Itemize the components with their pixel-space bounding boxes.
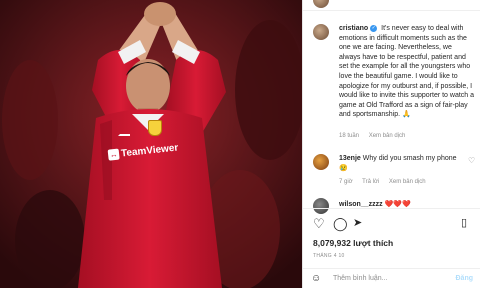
comment-username[interactable]: 13enje [339,155,361,162]
teamviewer-logo-icon: ↔ [107,148,120,161]
commenter-avatar[interactable] [313,154,329,170]
comments-panel: cristiano ✓ It's never easy to deal with … [302,0,480,288]
player-illustration [0,0,302,288]
adidas-logo-icon [118,126,130,136]
comment-time: 7 giờ [339,179,353,185]
caption-text: It's never easy to deal with emotions in… [339,25,475,119]
comment-reply-link[interactable]: Trả lời [362,179,379,185]
emoji-picker-icon[interactable]: ☺ [311,273,321,284]
comment-username-2[interactable]: wilson__zzzz [339,201,383,208]
comment-meta: 7 giờ Trả lời Xem bản dịch [339,179,434,185]
comment-text-2: ❤️❤️❤️ [384,201,411,208]
comment-item: 13enje Why did you smash my phone 😢 [339,154,459,173]
comment-like-heart-icon[interactable]: ♡ [468,156,475,165]
header-avatar[interactable] [313,0,329,8]
comment-input[interactable]: Thêm bình luận... [333,275,387,282]
comment-bubble-icon[interactable]: ◯ [333,217,348,230]
club-crest-icon [148,120,162,136]
post-actions-bar: ♡ ◯ ➤ ▯ [303,208,480,231]
share-send-icon[interactable]: ➤ [353,217,362,230]
author-username[interactable]: cristiano [339,25,368,32]
post-date: THÁNG 4 10 [313,253,345,259]
comment-translate-link[interactable]: Xem bản dịch [389,179,426,185]
caption-emoji: 🙏 [402,111,411,119]
bookmark-icon[interactable]: ▯ [461,217,467,230]
verified-badge-icon: ✓ [370,24,378,32]
likes-count[interactable]: 8,079,932 lượt thích [313,238,393,248]
post-comment-button[interactable]: Đăng [456,275,474,282]
caption-meta: 18 tuần Xem bản dịch [339,133,413,139]
post-caption: cristiano ✓ It's never easy to deal with … [339,24,475,120]
post-photo[interactable]: ↔ TeamViewer [0,0,302,288]
comment-text: Why did you smash my phone [362,155,457,162]
comment-emoji: 😢 [339,164,348,172]
like-heart-icon[interactable]: ♡ [313,217,325,230]
post-header-strip [303,0,480,11]
author-avatar[interactable] [313,24,329,40]
caption-translate-link[interactable]: Xem bản dịch [369,133,406,139]
caption-time: 18 tuần [339,133,360,139]
add-comment-bar: ☺ Thêm bình luận... Đăng [303,268,480,288]
